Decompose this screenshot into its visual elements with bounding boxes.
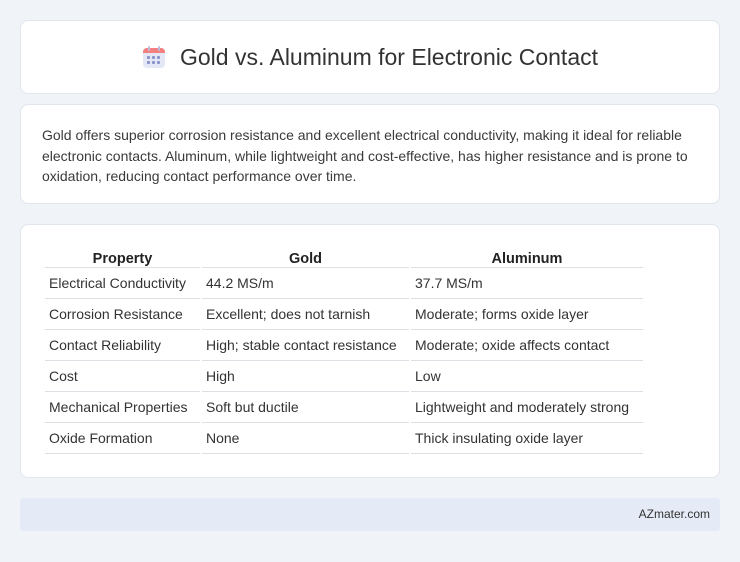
table-row: Cost High Low: [45, 361, 643, 392]
comparison-table-card: Property Gold Aluminum Electrical Conduc…: [20, 224, 720, 478]
table-cell: Low: [411, 361, 643, 392]
table-cell: Cost: [45, 361, 200, 392]
table-cell: Lightweight and moderately strong: [411, 392, 643, 423]
calendar-icon: [142, 45, 166, 69]
table-cell: Contact Reliability: [45, 330, 200, 361]
comparison-table: Property Gold Aluminum Electrical Conduc…: [43, 245, 645, 454]
title-card: Gold vs. Aluminum for Electronic Contact: [20, 20, 720, 94]
table-cell: 44.2 MS/m: [202, 268, 409, 299]
table-cell: Moderate; oxide affects contact: [411, 330, 643, 361]
description-card: Gold offers superior corrosion resistanc…: [20, 104, 720, 204]
column-header-aluminum: Aluminum: [411, 245, 643, 268]
table-cell: Soft but ductile: [202, 392, 409, 423]
table-cell: Electrical Conductivity: [45, 268, 200, 299]
table-cell: Excellent; does not tarnish: [202, 299, 409, 330]
table-cell: None: [202, 423, 409, 454]
page-title: Gold vs. Aluminum for Electronic Contact: [180, 43, 598, 70]
table-header-row: Property Gold Aluminum: [45, 245, 643, 268]
table-cell: Moderate; forms oxide layer: [411, 299, 643, 330]
description-text: Gold offers superior corrosion resistanc…: [42, 127, 688, 184]
table-row: Oxide Formation None Thick insulating ox…: [45, 423, 643, 454]
column-header-gold: Gold: [202, 245, 409, 268]
table-cell: Corrosion Resistance: [45, 299, 200, 330]
column-header-property: Property: [45, 245, 200, 268]
footer-source: AZmater.com: [638, 507, 710, 521]
table-cell: High; stable contact resistance: [202, 330, 409, 361]
footer-bar: AZmater.com: [20, 498, 720, 531]
table-cell: 37.7 MS/m: [411, 268, 643, 299]
table-cell: Oxide Formation: [45, 423, 200, 454]
table-row: Electrical Conductivity 44.2 MS/m 37.7 M…: [45, 268, 643, 299]
table-cell: Thick insulating oxide layer: [411, 423, 643, 454]
table-cell: High: [202, 361, 409, 392]
table-row: Contact Reliability High; stable contact…: [45, 330, 643, 361]
table-row: Mechanical Properties Soft but ductile L…: [45, 392, 643, 423]
title-wrap: Gold vs. Aluminum for Electronic Contact: [142, 44, 598, 71]
table-cell: Mechanical Properties: [45, 392, 200, 423]
table-row: Corrosion Resistance Excellent; does not…: [45, 299, 643, 330]
